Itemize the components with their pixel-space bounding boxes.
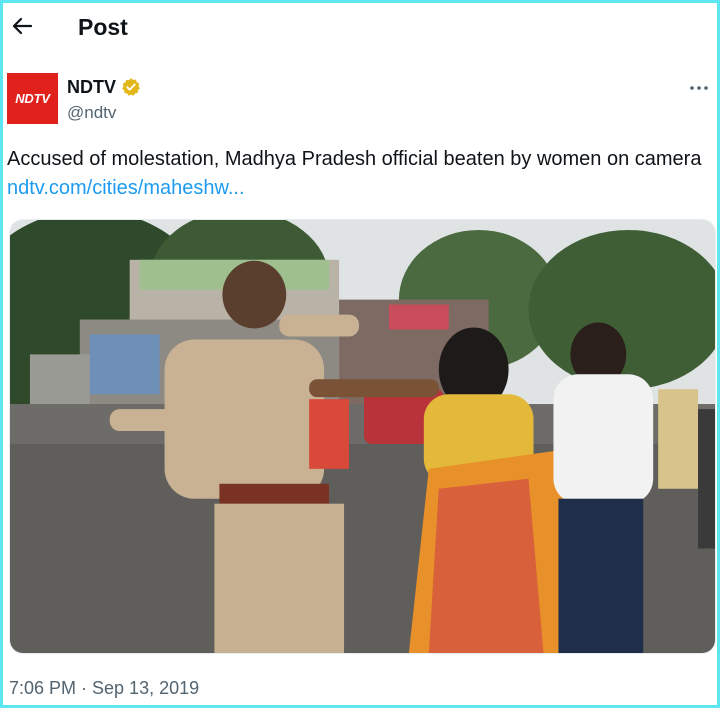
top-bar: Post bbox=[3, 3, 717, 55]
tweet-body: Accused of molestation, Madhya Pradesh o… bbox=[7, 148, 702, 170]
back-button[interactable] bbox=[9, 12, 35, 40]
tweet-text: Accused of molestation, Madhya Pradesh o… bbox=[7, 145, 707, 203]
photo-icon bbox=[10, 220, 715, 653]
avatar-logo-text: NDTV bbox=[15, 91, 50, 106]
page-title: Post bbox=[78, 14, 128, 40]
author-handle[interactable]: @ndtv bbox=[67, 103, 116, 123]
author-name-text: NDTV bbox=[67, 77, 116, 97]
tweet-link[interactable]: ndtv.com/cities/maheshw... bbox=[7, 177, 245, 199]
more-options-button[interactable] bbox=[687, 78, 711, 98]
author-name[interactable]: NDTV bbox=[67, 76, 141, 98]
ellipsis-icon bbox=[690, 86, 708, 90]
arrow-left-icon bbox=[12, 17, 33, 35]
avatar[interactable]: NDTV bbox=[7, 73, 58, 124]
post-timestamp[interactable]: 7:06 PM · Sep 13, 2019 bbox=[9, 677, 199, 699]
verified-badge-icon bbox=[121, 77, 141, 97]
tweet-media-photo[interactable] bbox=[9, 219, 716, 654]
post-view: Post NDTV NDTV @ndtv Accused of molestat… bbox=[0, 0, 720, 708]
